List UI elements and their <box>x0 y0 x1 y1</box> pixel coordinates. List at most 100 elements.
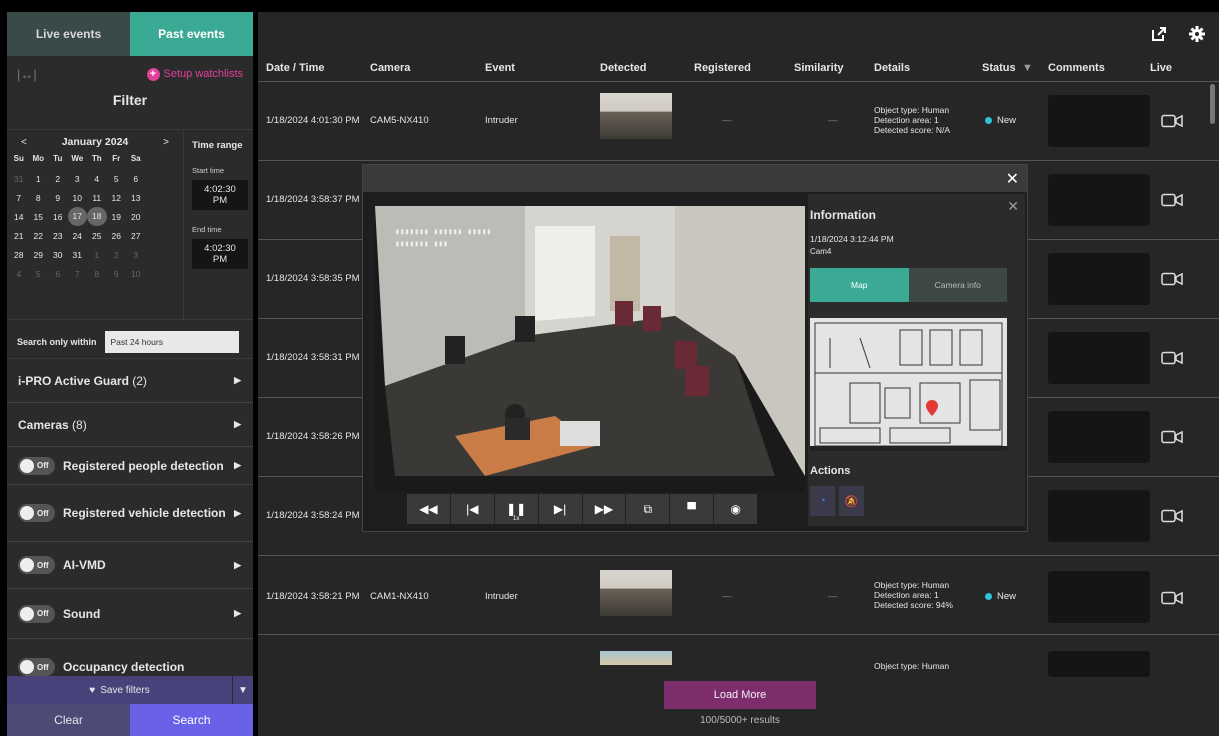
save-filters-dropdown[interactable]: ▼ <box>232 676 253 704</box>
ai-vmd-toggle[interactable]: Off <box>18 556 55 574</box>
registered-vehicle-toggle[interactable]: Off <box>18 504 55 522</box>
detected-thumbnail[interactable] <box>600 93 672 139</box>
calendar-day[interactable]: 9 <box>48 193 68 203</box>
section-registered-vehicle[interactable]: Off Registered vehicle detection ▶ <box>7 485 253 542</box>
column-header[interactable]: Registered <box>694 62 751 74</box>
calendar-day[interactable]: 5 <box>107 174 127 184</box>
calendar-day[interactable]: 4 <box>9 269 29 279</box>
calendar-day[interactable]: 8 <box>29 193 49 203</box>
calendar-day[interactable]: 31 <box>68 250 88 260</box>
search-within-select[interactable]: Past 24 hours <box>104 330 239 353</box>
export-icon[interactable] <box>1151 26 1167 47</box>
tab-live-events[interactable]: Live events <box>7 12 130 56</box>
sound-toggle[interactable]: Off <box>18 604 55 623</box>
calendar-day[interactable]: 4 <box>87 174 107 184</box>
clear-button[interactable]: Clear <box>7 704 130 736</box>
calendar-day[interactable]: 5 <box>29 269 49 279</box>
collapse-icon[interactable]: |↔| <box>17 67 37 82</box>
occupancy-toggle[interactable]: Off <box>18 658 55 676</box>
search-button[interactable]: Search <box>130 704 253 736</box>
table-row[interactable]: 1/18/2024 3:58:21 PM CAM1-NX410 Intruder… <box>258 556 1219 635</box>
calendar-day[interactable]: 1 <box>29 174 49 184</box>
calendar-day[interactable]: 11 <box>87 193 107 203</box>
tab-past-events[interactable]: Past events <box>130 12 253 56</box>
video-camera-icon[interactable] <box>1161 272 1183 286</box>
column-header[interactable]: Comments <box>1048 62 1105 74</box>
popout-button[interactable]: ⧉ <box>626 494 671 524</box>
section-registered-people[interactable]: Off Registered people detection ▶ <box>7 447 253 485</box>
calendar-day[interactable]: 6 <box>126 174 146 184</box>
calendar-day[interactable]: 10 <box>68 193 88 203</box>
calendar-day[interactable]: 8 <box>87 269 107 279</box>
comment-field[interactable] <box>1048 411 1150 463</box>
calendar-day-selected[interactable]: 17 <box>67 207 87 226</box>
section-ai-vmd[interactable]: Off AI-VMD ▶ <box>7 542 253 589</box>
calendar-day[interactable]: 15 <box>29 212 49 222</box>
comment-field[interactable] <box>1048 253 1150 305</box>
snapshot-button[interactable]: ◉ <box>714 494 757 524</box>
floor-map[interactable] <box>810 318 1007 451</box>
save-filters-button[interactable]: ♥ Save filters <box>7 676 232 704</box>
calendar-day[interactable]: 28 <box>9 250 29 260</box>
video-camera-icon[interactable] <box>1161 193 1183 207</box>
filter-icon[interactable]: ▼ <box>1022 62 1033 74</box>
calendar-day[interactable]: 16 <box>48 212 68 222</box>
column-header[interactable]: Status <box>982 62 1016 74</box>
calendar-day[interactable]: 30 <box>48 250 68 260</box>
video-camera-icon[interactable] <box>1161 430 1183 444</box>
video-player[interactable]: ▮▮▮▮▮▮▮ ▮▮▮▮▮▮ ▮▮▮▮▮ ▮▮▮▮▮▮▮ ▮▮▮ <box>375 206 805 492</box>
calendar-day[interactable]: 12 <box>107 193 127 203</box>
detected-thumbnail[interactable] <box>600 651 672 665</box>
fast-forward-button[interactable]: ▶▶ <box>583 494 627 524</box>
load-more-button[interactable]: Load More <box>664 681 816 709</box>
calendar-day-selected[interactable]: 18 <box>87 207 107 226</box>
column-header[interactable]: Live <box>1150 62 1172 74</box>
calendar-day[interactable]: 31 <box>9 174 29 184</box>
mute-alert-button[interactable]: 🔕 <box>839 486 864 516</box>
calendar-day[interactable]: 1 <box>87 250 107 260</box>
calendar-day[interactable]: 13 <box>126 193 146 203</box>
calendar-day[interactable]: 20 <box>126 212 146 222</box>
calendar-day[interactable]: 14 <box>9 212 29 222</box>
calendar-day[interactable]: 19 <box>107 212 127 222</box>
comment-field[interactable] <box>1048 95 1150 147</box>
column-header[interactable]: Date / Time <box>266 62 325 74</box>
calendar-day[interactable]: 3 <box>68 174 88 184</box>
calendar-day[interactable]: 3 <box>126 250 146 260</box>
section-sound[interactable]: Off Sound ▶ <box>7 589 253 639</box>
video-camera-icon[interactable] <box>1161 114 1183 128</box>
calendar-day[interactable]: 2 <box>48 174 68 184</box>
rewind-button[interactable]: ◀◀ <box>407 494 451 524</box>
column-header[interactable]: Event <box>485 62 515 74</box>
refresh-action-button[interactable]: ◔ <box>810 486 835 516</box>
comment-field[interactable] <box>1048 571 1150 623</box>
section-active-guard[interactable]: i-PRO Active Guard (2) ▶ <box>7 359 253 403</box>
calendar-day[interactable]: 7 <box>9 193 29 203</box>
calendar-day[interactable]: 7 <box>68 269 88 279</box>
calendar-day[interactable]: 27 <box>126 231 146 241</box>
section-cameras[interactable]: Cameras (8) ▶ <box>7 403 253 447</box>
start-time-input[interactable]: 4:02:30 PM <box>192 180 248 210</box>
pause-button[interactable]: ❚❚ 1x <box>495 494 539 524</box>
next-month-button[interactable]: > <box>163 137 169 148</box>
calendar-day[interactable]: 26 <box>107 231 127 241</box>
video-camera-icon[interactable] <box>1161 509 1183 523</box>
tab-camera-info[interactable]: Camera info <box>908 268 1007 302</box>
calendar-day[interactable]: 22 <box>29 231 49 241</box>
calendar-day[interactable]: 24 <box>68 231 88 241</box>
end-time-input[interactable]: 4:02:30 PM <box>192 239 248 269</box>
comment-field[interactable] <box>1048 490 1150 542</box>
calendar-day[interactable]: 6 <box>48 269 68 279</box>
scrollbar[interactable] <box>1210 84 1215 124</box>
comment-field[interactable] <box>1048 332 1150 384</box>
calendar-day[interactable]: 21 <box>9 231 29 241</box>
setup-watchlists-link[interactable]: + Setup watchlists <box>146 67 243 81</box>
prev-month-button[interactable]: < <box>21 137 27 148</box>
calendar-day[interactable]: 10 <box>126 269 146 279</box>
video-camera-icon[interactable] <box>1161 351 1183 365</box>
close-icon[interactable]: ✕ <box>1006 169 1019 189</box>
video-camera-icon[interactable] <box>1161 591 1183 605</box>
previous-frame-button[interactable]: |◀ <box>451 494 495 524</box>
comment-field[interactable] <box>1048 651 1150 677</box>
calendar-day[interactable]: 9 <box>107 269 127 279</box>
